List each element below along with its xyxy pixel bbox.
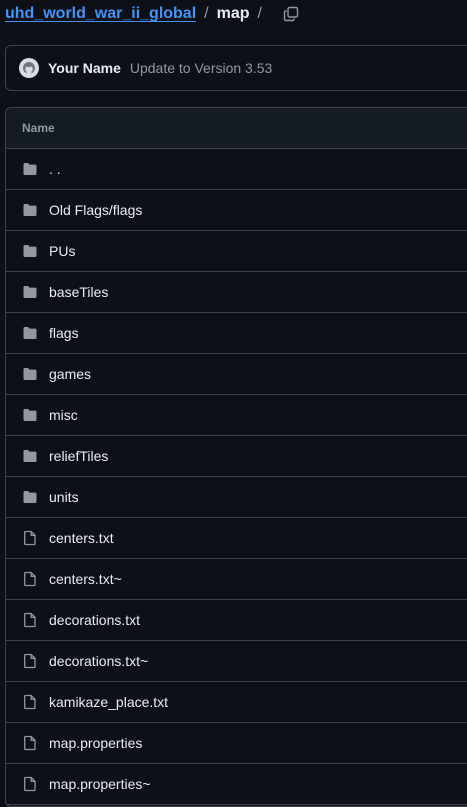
avatar[interactable] <box>19 58 39 78</box>
latest-commit-bar: Your Name Update to Version 3.53 <box>5 45 467 91</box>
file-row[interactable]: map.properties~ <box>6 764 467 805</box>
folder-row[interactable]: reliefTiles <box>6 436 467 477</box>
file-icon <box>22 571 38 587</box>
file-name-link[interactable]: decorations.txt <box>49 612 140 628</box>
folder-row[interactable]: flags <box>6 313 467 354</box>
breadcrumb-separator: / <box>257 5 262 22</box>
folder-row[interactable]: . . <box>6 149 467 190</box>
file-name-link[interactable]: units <box>49 489 79 505</box>
folder-row[interactable]: games <box>6 354 467 395</box>
folder-row[interactable]: PUs <box>6 231 467 272</box>
copy-icon <box>283 6 299 22</box>
breadcrumb-repo-link[interactable]: uhd_world_war_ii_global <box>5 5 196 23</box>
file-row[interactable]: map.properties <box>6 723 467 764</box>
file-icon <box>22 776 38 792</box>
file-name-link[interactable]: kamikaze_place.txt <box>49 694 168 710</box>
file-name-link[interactable]: reliefTiles <box>49 448 108 464</box>
folder-row[interactable]: baseTiles <box>6 272 467 313</box>
file-list: . . Old Flags/flags PUs baseTiles flags games… <box>6 149 467 805</box>
file-name-link[interactable]: baseTiles <box>49 284 108 300</box>
file-name-link[interactable]: PUs <box>49 243 75 259</box>
file-name-link[interactable]: centers.txt~ <box>49 571 122 587</box>
file-icon <box>22 735 38 751</box>
file-icon <box>22 694 38 710</box>
user-avatar-icon <box>23 62 35 74</box>
file-name-link[interactable]: map.properties~ <box>49 776 151 792</box>
file-name-link[interactable]: . . <box>49 161 61 177</box>
file-row[interactable]: decorations.txt <box>6 600 467 641</box>
file-name-link[interactable]: Old Flags/flags <box>49 202 142 218</box>
folder-icon <box>22 284 38 300</box>
folder-icon <box>22 325 38 341</box>
file-name-link[interactable]: games <box>49 366 91 382</box>
file-icon <box>22 530 38 546</box>
file-row[interactable]: centers.txt~ <box>6 559 467 600</box>
file-row[interactable]: decorations.txt~ <box>6 641 467 682</box>
commit-author[interactable]: Your Name <box>48 60 121 76</box>
folder-icon <box>22 407 38 423</box>
folder-icon <box>22 448 38 464</box>
breadcrumb: uhd_world_war_ii_global / map / <box>5 0 300 28</box>
folder-icon <box>22 243 38 259</box>
file-table: Name . . Old Flags/flags PUs baseTiles flags… <box>5 107 467 807</box>
file-name-link[interactable]: centers.txt <box>49 530 114 546</box>
file-row[interactable]: centers.txt <box>6 518 467 559</box>
folder-row[interactable]: Old Flags/flags <box>6 190 467 231</box>
copy-path-button[interactable] <box>282 5 300 23</box>
file-icon <box>22 612 38 628</box>
folder-icon <box>22 161 38 177</box>
commit-message[interactable]: Update to Version 3.53 <box>130 60 272 76</box>
folder-icon <box>22 202 38 218</box>
column-header-name: Name <box>6 108 467 149</box>
file-name-link[interactable]: flags <box>49 325 79 341</box>
file-icon <box>22 653 38 669</box>
file-name-link[interactable]: map.properties <box>49 735 142 751</box>
file-name-link[interactable]: decorations.txt~ <box>49 653 148 669</box>
folder-icon <box>22 489 38 505</box>
breadcrumb-current: map <box>216 5 250 22</box>
file-name-link[interactable]: misc <box>49 407 78 423</box>
folder-icon <box>22 366 38 382</box>
folder-row[interactable]: units <box>6 477 467 518</box>
file-row[interactable]: kamikaze_place.txt <box>6 682 467 723</box>
breadcrumb-separator: / <box>204 5 209 22</box>
folder-row[interactable]: misc <box>6 395 467 436</box>
